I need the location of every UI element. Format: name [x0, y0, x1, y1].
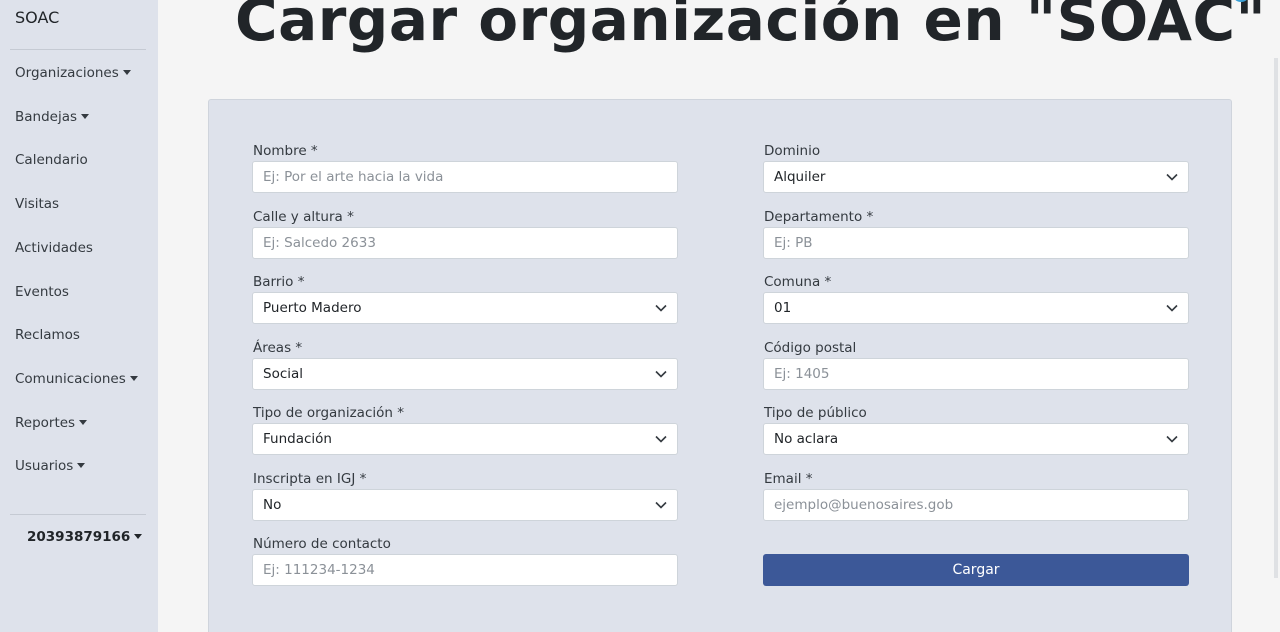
chevron-down-icon [655, 304, 667, 312]
departamento-label: Departamento * [764, 209, 874, 225]
igj-select-value: No [263, 497, 282, 513]
sidebar-item-usuarios[interactable]: Usuarios [15, 458, 86, 474]
cargar-button[interactable]: Cargar [763, 554, 1189, 586]
tipo-publico-select-value: No aclara [774, 431, 839, 447]
areas-select[interactable]: Social [252, 358, 678, 390]
caret-down-icon [134, 534, 143, 539]
tipo-organizacion-label: Tipo de organización * [253, 405, 404, 421]
scrollbar-track[interactable] [1274, 58, 1278, 578]
caret-down-icon [122, 70, 131, 75]
sidebar-item-label: Reclamos [15, 327, 80, 343]
chevron-down-icon [1166, 435, 1178, 443]
barrio-select[interactable]: Puerto Madero [252, 292, 678, 324]
app-root: SOAC Organizaciones Bandejas Calendario … [0, 0, 1280, 632]
tipo-publico-select[interactable]: No aclara [763, 423, 1189, 455]
areas-label: Áreas * [253, 340, 303, 356]
user-menu-label: 20393879166 [27, 529, 131, 545]
sidebar-item-label: Eventos [15, 284, 69, 300]
caret-down-icon [81, 114, 90, 119]
organization-form: Nombre * Calle y altura * Barrio * Puert… [208, 99, 1232, 632]
igj-select[interactable]: No [252, 489, 678, 521]
dominio-select[interactable]: Alquiler [763, 161, 1189, 193]
sidebar-item-label: Actividades [15, 240, 93, 256]
sidebar-item-comunicaciones[interactable]: Comunicaciones [15, 371, 138, 387]
caret-down-icon [79, 420, 88, 425]
tipo-organizacion-select[interactable]: Fundación [252, 423, 678, 455]
sidebar-item-label: Comunicaciones [15, 371, 126, 387]
chevron-down-icon [655, 435, 667, 443]
igj-label: Inscripta en IGJ * [253, 471, 367, 487]
dominio-label: Dominio [764, 143, 821, 159]
brand-title[interactable]: SOAC [15, 8, 59, 27]
sidebar-item-calendario[interactable]: Calendario [15, 152, 88, 168]
sidebar-item-label: Reportes [15, 415, 76, 431]
sidebar-item-reclamos[interactable]: Reclamos [15, 327, 80, 343]
sidebar-item-visitas[interactable]: Visitas [15, 196, 59, 212]
sidebar-item-label: Calendario [15, 152, 88, 168]
tipo-organizacion-select-value: Fundación [263, 431, 332, 447]
email-label: Email * [764, 471, 813, 487]
user-menu[interactable]: 20393879166 [27, 529, 143, 545]
comuna-select[interactable]: 01 [763, 292, 1189, 324]
sidebar-item-eventos[interactable]: Eventos [15, 284, 69, 300]
sidebar-item-label: Visitas [15, 196, 60, 212]
codigo-postal-label: Código postal [764, 340, 857, 356]
barrio-label: Barrio * [253, 274, 305, 290]
areas-select-value: Social [263, 366, 304, 382]
email-input[interactable] [763, 489, 1189, 521]
sidebar-divider-top [10, 49, 146, 50]
contacto-label: Número de contacto [253, 536, 391, 552]
caret-down-icon [129, 376, 138, 381]
comuna-label: Comuna * [764, 274, 832, 290]
nombre-label: Nombre * [253, 143, 318, 159]
chevron-down-icon [655, 501, 667, 509]
barrio-select-value: Puerto Madero [263, 300, 362, 316]
sidebar-item-label: Bandejas [15, 109, 78, 125]
calle-label: Calle y altura * [253, 209, 354, 225]
sidebar: SOAC Organizaciones Bandejas Calendario … [0, 0, 158, 632]
page-title: Cargar organización en "SOAC" [235, 0, 1267, 54]
contacto-input[interactable] [252, 554, 678, 586]
departamento-input[interactable] [763, 227, 1189, 259]
chevron-down-icon [655, 370, 667, 378]
caret-down-icon [77, 463, 86, 468]
dominio-select-value: Alquiler [774, 169, 826, 185]
codigo-postal-input[interactable] [763, 358, 1189, 390]
sidebar-item-organizaciones[interactable]: Organizaciones [15, 65, 131, 81]
tipo-publico-label: Tipo de público [764, 405, 867, 421]
sidebar-item-label: Usuarios [15, 458, 74, 474]
comuna-select-value: 01 [774, 300, 792, 316]
sidebar-item-bandejas[interactable]: Bandejas [15, 109, 90, 125]
sidebar-divider-bottom [10, 514, 146, 515]
chevron-down-icon [1166, 304, 1178, 312]
sidebar-item-label: Organizaciones [15, 65, 119, 81]
chevron-down-icon [1166, 173, 1178, 181]
calle-input[interactable] [252, 227, 678, 259]
sidebar-item-actividades[interactable]: Actividades [15, 240, 93, 256]
sidebar-item-reportes[interactable]: Reportes [15, 415, 88, 431]
nombre-input[interactable] [252, 161, 678, 193]
